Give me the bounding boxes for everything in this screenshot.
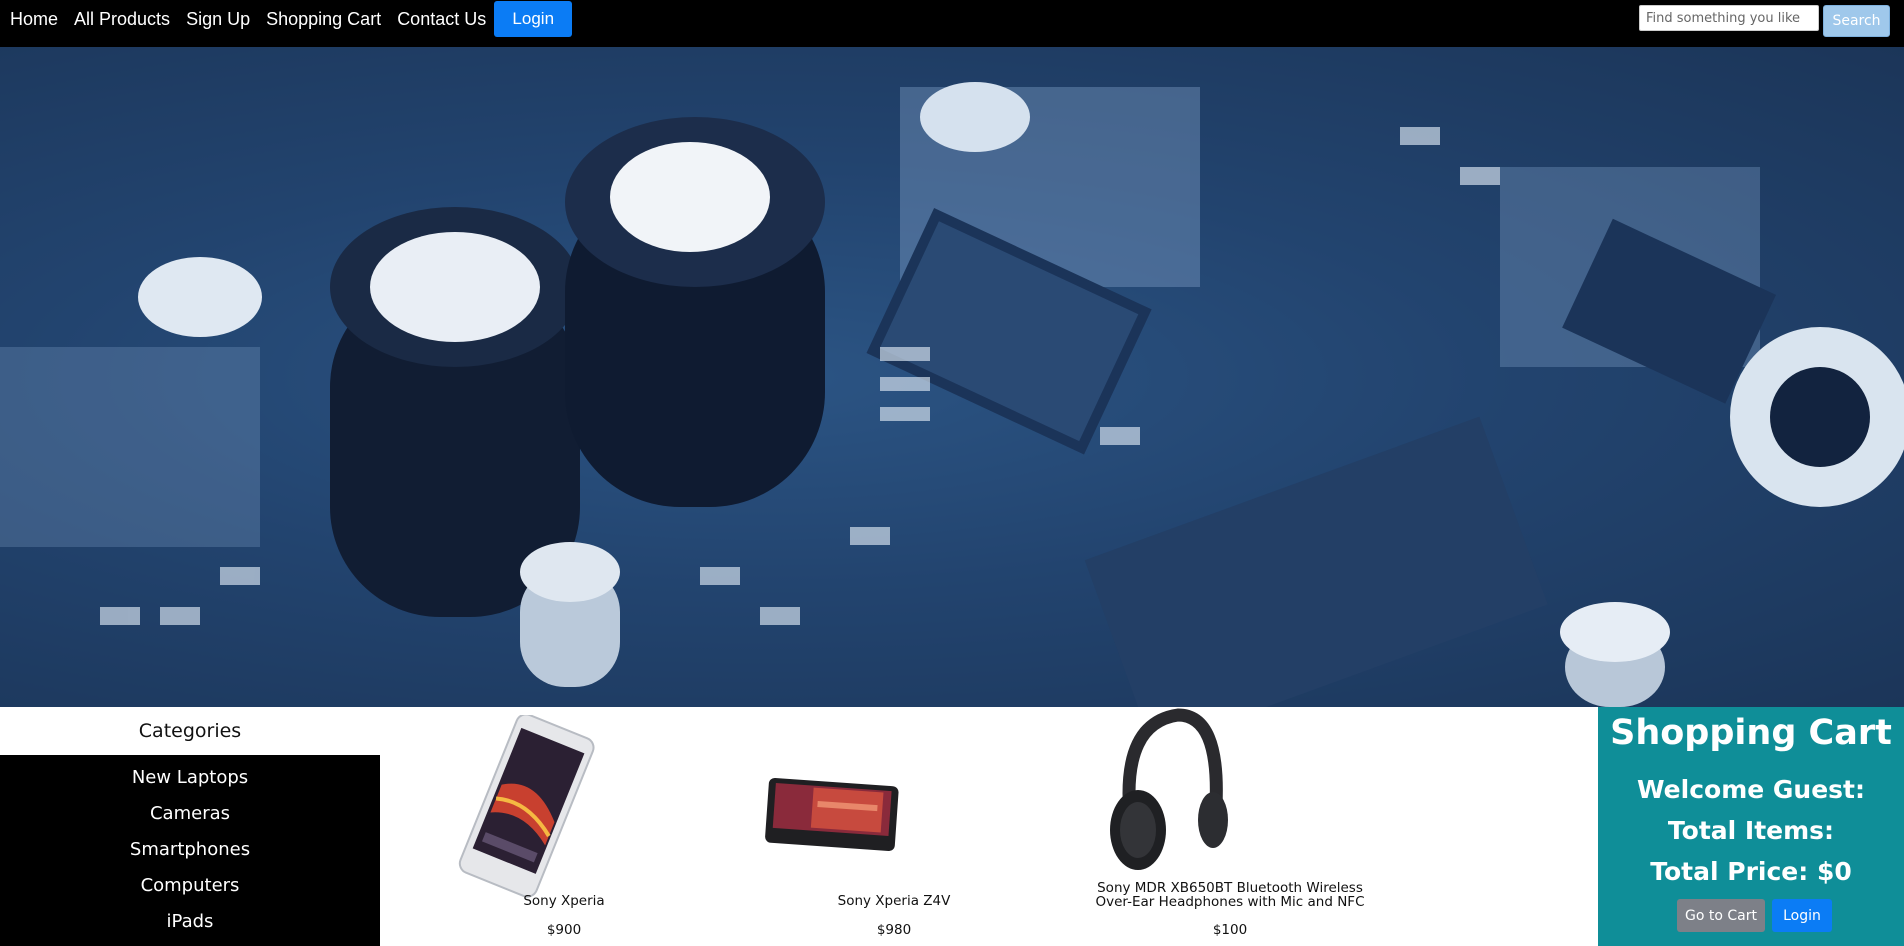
product-price: $900 [546, 922, 582, 938]
product-card[interactable]: Sony MDR XB650BT Bluetooth Wireless Over… [1080, 707, 1380, 946]
nav-login-button[interactable]: Login [494, 1, 573, 37]
product-price: $100 [1212, 922, 1248, 938]
cart-login-button[interactable]: Login [1772, 899, 1832, 932]
product-image-tablet [765, 777, 899, 852]
cart-total-items: Total Items: [1667, 816, 1835, 845]
nav-home-link[interactable]: Home [2, 9, 66, 30]
search-input[interactable] [1639, 5, 1819, 31]
category-ipads[interactable]: iPads [0, 903, 380, 939]
categories-list: New Laptops Cameras Smartphones Computer… [0, 755, 380, 946]
product-grid: Sony Xperia $900 Sony Xperia Z4V $980 So… [380, 707, 1598, 946]
category-smartphones[interactable]: Smartphones [0, 831, 380, 867]
nav-contact-us-link[interactable]: Contact Us [389, 9, 494, 30]
cart-title: Shopping Cart [1610, 713, 1892, 753]
nav-all-products-link[interactable]: All Products [66, 9, 178, 30]
categories-title: Categories [0, 707, 380, 755]
product-name: Sony MDR XB650BT Bluetooth Wireless Over… [1095, 880, 1365, 910]
product-name: Sony Xperia [523, 893, 605, 909]
product-image-headphones [1110, 708, 1228, 870]
category-new-laptops[interactable]: New Laptops [0, 759, 380, 795]
cart-welcome: Welcome Guest: [1636, 775, 1865, 804]
product-name: Sony Xperia Z4V [837, 893, 951, 909]
shopping-cart-panel: Shopping Cart Welcome Guest: Total Items… [1598, 707, 1904, 946]
product-card[interactable]: Sony Xperia Z4V $980 [744, 707, 1044, 946]
nav-shopping-cart-link[interactable]: Shopping Cart [258, 9, 389, 30]
go-to-cart-button[interactable]: Go to Cart [1677, 899, 1765, 932]
nav-links: Home All Products Sign Up Shopping Cart … [2, 0, 573, 38]
category-computers[interactable]: Computers [0, 867, 380, 903]
product-image-smartphone [458, 715, 595, 898]
category-cameras[interactable]: Cameras [0, 795, 380, 831]
nav-sign-up-link[interactable]: Sign Up [178, 9, 258, 30]
cart-total-price: Total Price: $0 [1650, 857, 1852, 886]
product-card[interactable]: Sony Xperia $900 [414, 707, 714, 946]
top-nav: Home All Products Sign Up Shopping Cart … [0, 0, 1904, 47]
hero-circuit-board-image [0, 47, 1904, 707]
search-button[interactable]: Search [1823, 5, 1890, 37]
product-price: $980 [876, 922, 912, 938]
